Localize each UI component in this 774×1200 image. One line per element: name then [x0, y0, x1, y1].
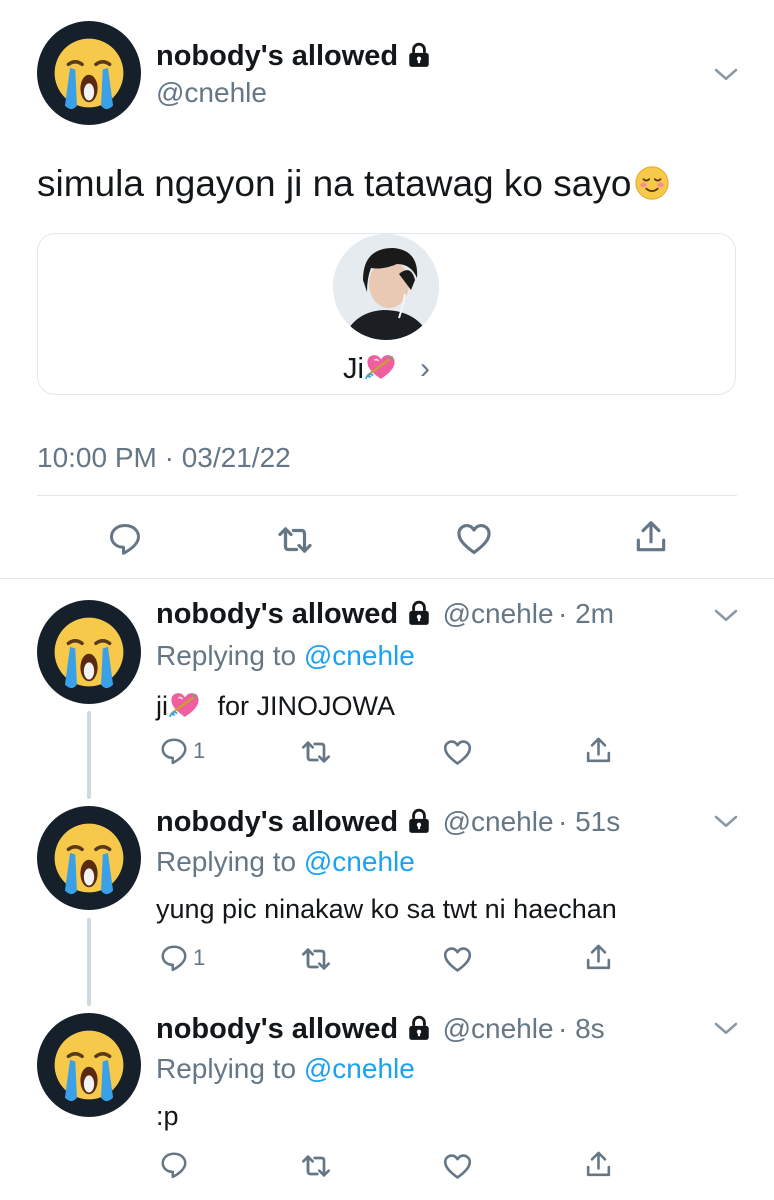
- divider: [0, 578, 774, 579]
- replying-to-label: Replying to: [156, 1053, 297, 1084]
- crying-face-icon: [46, 1022, 132, 1108]
- reply-header: nobody's allowed @cnehle · 8s: [156, 1013, 605, 1046]
- thread-line: [87, 918, 91, 1006]
- like-icon[interactable]: [442, 1151, 473, 1182]
- reply-icon: [159, 1150, 189, 1180]
- profile-card-label: Ji ›: [38, 350, 735, 386]
- retweet-icon[interactable]: [300, 1150, 332, 1182]
- tweet-text-body: simula ngayon ji na tatawag ko sayo: [37, 163, 632, 204]
- profile-card[interactable]: Ji ›: [37, 233, 736, 395]
- replying-to-handle-link[interactable]: @cnehle: [304, 640, 415, 671]
- reply-time[interactable]: · 8s: [558, 1013, 605, 1044]
- replying-to-label: Replying to: [156, 846, 297, 877]
- replying-to-label: Replying to: [156, 640, 297, 671]
- display-name[interactable]: nobody's allowed: [156, 806, 398, 838]
- display-name-text: nobody's allowed: [156, 40, 399, 72]
- reply-icon[interactable]: [107, 521, 143, 557]
- profile-card-avatar: [333, 234, 439, 340]
- reply-button[interactable]: [159, 1150, 193, 1180]
- reply-button[interactable]: 1: [159, 943, 205, 973]
- chevron-down-icon[interactable]: [711, 1014, 741, 1044]
- reply-text: :p: [156, 1101, 179, 1131]
- handle[interactable]: @cnehle: [443, 598, 554, 629]
- display-name[interactable]: nobody's allowed: [156, 1013, 398, 1045]
- profile-card-name: Ji: [342, 353, 364, 385]
- lock-icon: [406, 42, 432, 68]
- lock-icon: [406, 600, 432, 626]
- tweet-timestamp[interactable]: 10:00 PM · 03/21/22: [37, 442, 291, 474]
- lock-icon: [406, 808, 432, 834]
- reply-button[interactable]: 1: [159, 736, 205, 766]
- handle[interactable]: @cnehle: [443, 1013, 554, 1044]
- reply-header: nobody's allowed @cnehle · 2m: [156, 598, 614, 631]
- chevron-down-icon[interactable]: [711, 60, 741, 90]
- reply-time[interactable]: · 2m: [558, 598, 614, 629]
- heart-with-arrow-icon: [168, 688, 202, 722]
- reply-icon: [159, 736, 189, 766]
- tweet-text: simula ngayon ji na tatawag ko sayo: [37, 163, 671, 205]
- smiling-face-icon: [633, 164, 671, 202]
- like-icon[interactable]: [442, 737, 473, 768]
- handle[interactable]: @cnehle: [443, 806, 554, 837]
- heart-with-arrow-icon: [364, 350, 398, 384]
- lock-icon: [406, 1015, 432, 1041]
- crying-face-icon: [46, 30, 132, 116]
- thread-line: [87, 711, 91, 799]
- reply-text-end: for JINOJOWA: [210, 691, 396, 721]
- share-icon[interactable]: [583, 735, 614, 766]
- reply-icon: [159, 943, 189, 973]
- chevron-right-icon: ›: [420, 352, 430, 385]
- avatar[interactable]: [37, 806, 141, 910]
- like-icon[interactable]: [455, 520, 493, 558]
- reply-text: yung pic ninakaw ko sa twt ni haechan: [156, 894, 617, 924]
- crying-face-icon: [46, 609, 132, 695]
- handle[interactable]: @cnehle: [156, 77, 267, 109]
- reply-text-start: ji: [156, 691, 168, 721]
- display-name[interactable]: nobody's allowed: [156, 598, 398, 630]
- display-name[interactable]: nobody's allowed: [156, 40, 432, 73]
- reply-text: ji for JINOJOWA: [156, 688, 395, 722]
- reply-count: 1: [193, 738, 206, 763]
- avatar[interactable]: [37, 600, 141, 704]
- replying-to-handle-link[interactable]: @cnehle: [304, 846, 415, 877]
- replying-to: Replying to @cnehle: [156, 846, 415, 878]
- retweet-icon[interactable]: [300, 736, 332, 768]
- replying-to-handle-link[interactable]: @cnehle: [304, 1053, 415, 1084]
- replying-to: Replying to @cnehle: [156, 640, 415, 672]
- person-photo-icon: [333, 234, 439, 340]
- like-icon[interactable]: [442, 944, 473, 975]
- share-icon[interactable]: [583, 1149, 614, 1180]
- crying-face-icon: [46, 815, 132, 901]
- retweet-icon[interactable]: [300, 943, 332, 975]
- reply-count: 1: [193, 945, 206, 970]
- chevron-down-icon[interactable]: [711, 601, 741, 631]
- chevron-down-icon[interactable]: [711, 807, 741, 837]
- reply-header: nobody's allowed @cnehle · 51s: [156, 806, 620, 839]
- share-icon[interactable]: [583, 942, 614, 973]
- avatar[interactable]: [37, 1013, 141, 1117]
- avatar[interactable]: [37, 21, 141, 125]
- share-icon[interactable]: [632, 518, 670, 556]
- reply-time[interactable]: · 51s: [558, 806, 620, 837]
- replying-to: Replying to @cnehle: [156, 1053, 415, 1085]
- retweet-icon[interactable]: [276, 521, 314, 559]
- divider: [37, 495, 737, 496]
